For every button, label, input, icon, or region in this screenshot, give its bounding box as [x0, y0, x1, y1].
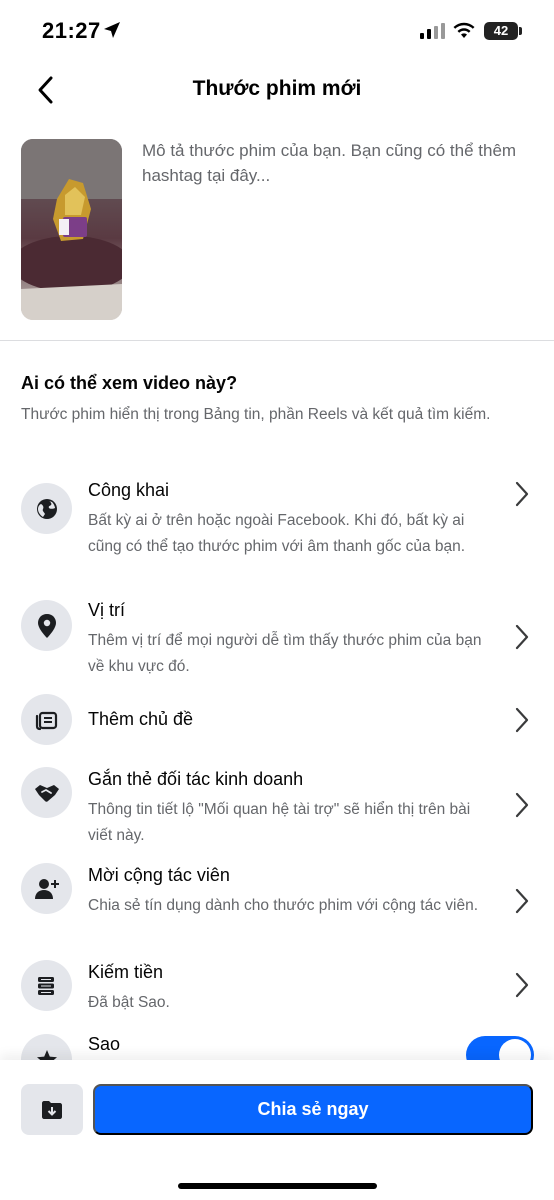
location-arrow-icon: [104, 22, 120, 38]
reel-composer: [0, 120, 554, 340]
chevron-right-icon: [511, 886, 533, 916]
caption-input[interactable]: [142, 138, 534, 198]
option-title: Công khai: [88, 480, 170, 500]
chevron-right-icon: [511, 622, 533, 652]
video-thumbnail[interactable]: [21, 139, 122, 320]
option-monetization[interactable]: Kiếm tiền Đã bật Sao.: [21, 960, 533, 1016]
battery-level: 42: [493, 23, 509, 38]
coins-icon: [21, 960, 72, 1011]
nav-bar: Thước phim mới: [0, 62, 554, 120]
option-description: Bất kỳ ai ở trên hoặc ngoài Facebook. Kh…: [88, 512, 466, 555]
option-title: Vị trí: [88, 600, 126, 620]
option-description: Thông tin tiết lộ "Mối quan hệ tài trợ" …: [88, 801, 471, 844]
option-privacy[interactable]: Công khai Bất kỳ ai ở trên hoặc ngoài Fa…: [21, 478, 533, 578]
add-person-icon: [21, 863, 72, 914]
option-branded-content[interactable]: Gắn thẻ đối tác kinh doanh Thông tin tiế…: [21, 767, 533, 847]
location-pin-icon: [21, 600, 72, 651]
share-now-button[interactable]: Chia sẻ ngay: [93, 1084, 533, 1135]
status-time: 21:27: [42, 18, 101, 43]
option-description: Chia sẻ tín dụng dành cho thước phim với…: [88, 897, 479, 914]
battery-tip: [519, 27, 522, 35]
home-indicator: [178, 1183, 377, 1189]
option-location[interactable]: Vị trí Thêm vị trí để mọi người dễ tìm t…: [21, 598, 533, 678]
option-invite-collaborator[interactable]: Mời cộng tác viên Chia sẻ tín dụng dành …: [21, 863, 533, 943]
chevron-right-icon: [511, 790, 533, 820]
audience-description: Thước phim hiển thị trong Bảng tin, phần…: [21, 406, 491, 423]
option-description: Thêm vị trí để mọi người dễ tìm thấy thư…: [88, 632, 482, 675]
video-thumbnail-image: [21, 139, 122, 320]
battery-indicator: 42: [484, 22, 518, 40]
page-title: Thước phim mới: [192, 77, 362, 100]
cellular-signal-icon: [420, 23, 445, 39]
option-title: Kiếm tiền: [88, 962, 164, 982]
chevron-right-icon: [511, 479, 533, 509]
option-title: Mời cộng tác viên: [88, 865, 230, 885]
option-title: Sao: [88, 1034, 121, 1054]
chevron-right-icon: [511, 970, 533, 1000]
wifi-icon: [453, 22, 475, 38]
status-bar: 21:27 42: [0, 0, 554, 62]
handshake-icon: [21, 767, 72, 818]
save-draft-button[interactable]: [21, 1084, 83, 1135]
option-title: Gắn thẻ đối tác kinh doanh: [88, 769, 304, 789]
topic-icon: [21, 694, 72, 745]
audience-title: Ai có thể xem video này?: [21, 373, 238, 393]
chevron-right-icon: [511, 705, 533, 735]
download-folder-icon: [42, 1100, 62, 1119]
option-title: Thêm chủ đề: [88, 709, 194, 729]
bottom-action-bar: Chia sẻ ngay: [0, 1060, 554, 1200]
option-add-topic[interactable]: Thêm chủ đề: [21, 694, 533, 746]
globe-icon: [21, 483, 72, 534]
section-divider: [0, 340, 554, 341]
audience-section: Ai có thể xem video này? Thước phim hiển…: [21, 370, 533, 428]
option-description: Đã bật Sao.: [88, 994, 170, 1011]
